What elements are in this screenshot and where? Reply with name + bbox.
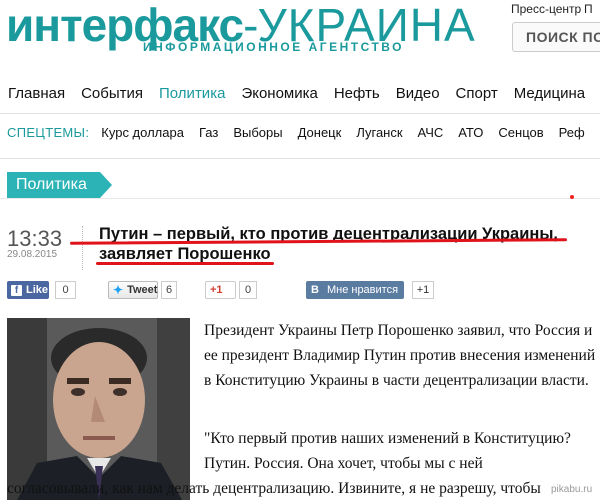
nav-item-politics[interactable]: Политика [159,85,225,105]
facebook-count: 0 [55,281,76,299]
article-paragraph: Президент Украины Петр Порошенко заявил,… [204,322,596,389]
section-tag-arrow [100,172,112,198]
special-topics-label: СПЕЦТЕМЫ: [7,125,90,140]
divider [82,226,83,270]
google-plus-label: +1 [210,284,223,296]
vk-like-label: Мне нравится [326,284,399,296]
topic-ref[interactable]: Реф [559,125,585,140]
quote-line: согласовывали, как нам делать децентрали… [7,480,541,497]
divider [0,113,600,114]
divider [0,158,600,159]
press-center-link[interactable]: Пресс-центр [511,2,581,16]
quote-line: "Кто первый против наших изменений в Кон… [204,430,571,447]
article-photo [7,318,190,500]
topic-donetsk[interactable]: Донецк [298,125,342,140]
red-dot-mark [570,195,574,199]
facebook-icon: f [11,284,22,296]
vk-count: +1 [412,281,434,299]
special-topics-nav: СПЕЦТЕМЫ: Курс доллара Газ Выборы Донецк… [7,125,600,140]
google-plus-count: 0 [239,281,257,299]
vk-icon: В [311,284,319,296]
nav-item-economy[interactable]: Экономика [241,85,317,105]
nav-item-medicine[interactable]: Медицина [514,85,585,105]
topic-dollar-rate[interactable]: Курс доллара [101,125,184,140]
divider [0,198,600,199]
google-plus-button[interactable]: +1 [205,281,236,299]
article-date: 29.08.2015 [7,249,58,260]
nav-item-main[interactable]: Главная [8,85,65,105]
search-input[interactable]: ПОИСК ПО [512,22,600,52]
facebook-like-button[interactable]: f Like [7,281,49,299]
nav-item-oil[interactable]: Нефть [334,85,380,105]
twitter-tweet-label: Tweet [127,284,158,296]
twitter-tweet-button[interactable]: ✦ Tweet [108,281,158,299]
red-underline-mark [96,262,274,265]
section-tag[interactable]: Политика [7,172,112,199]
twitter-count: 6 [161,281,177,299]
section-tag-label: Политика [16,176,87,193]
article-body: Президент Украины Петр Порошенко заявил,… [204,318,600,405]
topic-ato[interactable]: АТО [458,125,483,140]
quote-line: Путин. Россия. Она хочет, чтобы мы с ней [204,455,483,472]
topic-elections[interactable]: Выборы [233,125,282,140]
nav-item-video[interactable]: Видео [396,85,440,105]
main-nav: Главная События Политика Экономика Нефть… [8,85,600,105]
vk-like-button[interactable]: В Мне нравится [306,281,404,299]
article-quote: "Кто первый против наших изменений в Кон… [204,426,600,476]
topic-sentsov[interactable]: Сенцов [498,125,543,140]
watermark: pikabu.ru [549,484,595,495]
nav-item-sport[interactable]: Спорт [456,85,498,105]
topic-luhansk[interactable]: Луганск [356,125,402,140]
facebook-like-label: Like [26,284,49,296]
topic-gas[interactable]: Газ [199,125,218,140]
nav-item-events[interactable]: События [81,85,143,105]
logo-subtitle: ИНФОРМАЦИОННОЕ АГЕНТСТВО [143,40,404,54]
portrait-image [7,318,190,500]
twitter-bird-icon: ✦ [113,283,124,297]
topic-achs[interactable]: АЧС [418,125,444,140]
header-link-cut[interactable]: П [584,2,593,16]
